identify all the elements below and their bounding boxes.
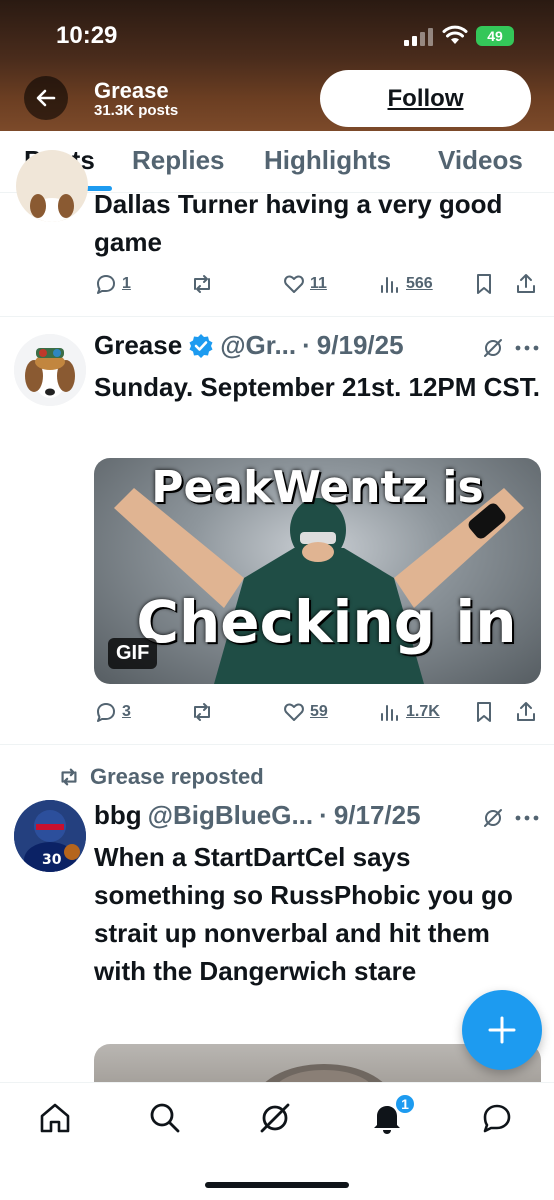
grok-icon[interactable]: [482, 807, 504, 829]
separator-dot: ·: [319, 800, 328, 830]
reply-icon: [97, 703, 115, 722]
dog-avatar-icon: [14, 334, 86, 406]
reply-icon: [97, 275, 115, 294]
post-header: bbg @BigBlueG... · 9/17/25: [94, 800, 421, 831]
repost-icon: [194, 275, 210, 293]
heart-icon: [284, 275, 304, 293]
author-handle[interactable]: @BigBlueG...: [148, 800, 313, 831]
post-text: When a StartDartCel says something so Ru…: [94, 842, 513, 986]
svg-text:30: 30: [42, 852, 62, 868]
follow-button[interactable]: Follow: [320, 70, 531, 127]
more-options-icon[interactable]: [514, 344, 540, 352]
dog-avatar-icon: [30, 194, 74, 222]
views-button[interactable]: 1.7K: [378, 700, 440, 724]
share-button[interactable]: [514, 272, 538, 296]
post-text: Dallas Turner having a very good game: [94, 189, 503, 257]
repost-button[interactable]: [190, 272, 214, 296]
grok-icon[interactable]: [482, 337, 504, 359]
bookmark-icon: [477, 274, 491, 294]
reply-button[interactable]: 1: [94, 272, 131, 296]
profile-name: Grease: [94, 78, 169, 103]
repost-icon: [61, 768, 77, 786]
back-button[interactable]: [24, 76, 68, 120]
repost-icon: [194, 703, 210, 721]
avatar[interactable]: [16, 150, 88, 222]
repost-label[interactable]: Grease reposted: [90, 764, 264, 790]
like-count: 59: [310, 703, 328, 720]
plus-icon: [488, 1016, 516, 1044]
tab-videos[interactable]: Videos: [438, 145, 523, 176]
views-chart-icon: [381, 277, 398, 293]
post-actions: 1 11 566: [94, 272, 540, 302]
avatar[interactable]: [14, 334, 86, 406]
grok-icon[interactable]: [258, 1101, 292, 1135]
divider: [0, 316, 554, 317]
cell-signal-icon: [404, 28, 433, 46]
compose-post-button[interactable]: [462, 990, 542, 1070]
messages-icon[interactable]: [480, 1101, 514, 1135]
post-text: Sunday. September 21st. 12PM CST.: [94, 372, 540, 402]
share-icon: [517, 702, 535, 721]
giants-player-avatar-icon: 30: [14, 800, 86, 872]
divider: [0, 744, 554, 745]
author-handle[interactable]: @Gr...: [220, 330, 296, 361]
search-icon[interactable]: [148, 1101, 182, 1135]
reply-count: 1: [122, 275, 131, 292]
like-button[interactable]: 59: [282, 700, 328, 724]
view-count: 566: [406, 275, 433, 292]
notification-badge: 1: [394, 1093, 416, 1115]
bookmark-button[interactable]: [472, 272, 496, 296]
post-date[interactable]: 9/19/25: [317, 330, 404, 361]
views-button[interactable]: 566: [378, 272, 433, 296]
reply-button[interactable]: 3: [94, 700, 131, 724]
post-date[interactable]: 9/17/25: [334, 800, 421, 831]
view-count: 1.7K: [406, 703, 440, 720]
share-button[interactable]: [514, 700, 538, 724]
bookmark-button[interactable]: [472, 700, 496, 724]
tab-highlights[interactable]: Highlights: [264, 145, 391, 176]
home-indicator: [205, 1182, 349, 1188]
gif-badge: GIF: [108, 638, 158, 669]
post-actions: 3 59 1.7K: [94, 700, 540, 730]
more-options-icon[interactable]: [514, 814, 540, 822]
home-icon[interactable]: [38, 1101, 72, 1135]
share-icon: [517, 274, 535, 293]
like-count: 11: [310, 275, 327, 292]
gif-caption-top: PeakWentz is: [151, 462, 484, 513]
status-time: 10:29: [56, 22, 118, 49]
heart-icon: [284, 703, 304, 721]
separator-dot: ·: [302, 330, 311, 360]
profile-post-count: 31.3K posts: [94, 102, 179, 119]
repost-button[interactable]: [190, 700, 214, 724]
tab-replies[interactable]: Replies: [132, 145, 225, 176]
arrow-left-icon: [36, 89, 56, 107]
avatar[interactable]: 30: [14, 800, 86, 872]
views-chart-icon: [381, 705, 398, 721]
repost-indicator: Grease reposted: [56, 764, 264, 790]
author-name[interactable]: bbg: [94, 800, 142, 831]
bookmark-icon: [477, 702, 491, 722]
verified-badge-icon: [189, 333, 213, 358]
like-button[interactable]: 11: [282, 272, 327, 296]
wifi-icon: [442, 25, 468, 44]
author-name[interactable]: Grease: [94, 330, 182, 361]
gif-caption-bottom: Checking in: [136, 588, 517, 656]
reply-count: 3: [122, 703, 131, 720]
post-header: Grease @Gr... · 9/19/25: [94, 330, 404, 361]
battery-indicator: 49: [476, 26, 514, 46]
post-gif[interactable]: PeakWentz is Checking in GIF: [94, 458, 541, 684]
